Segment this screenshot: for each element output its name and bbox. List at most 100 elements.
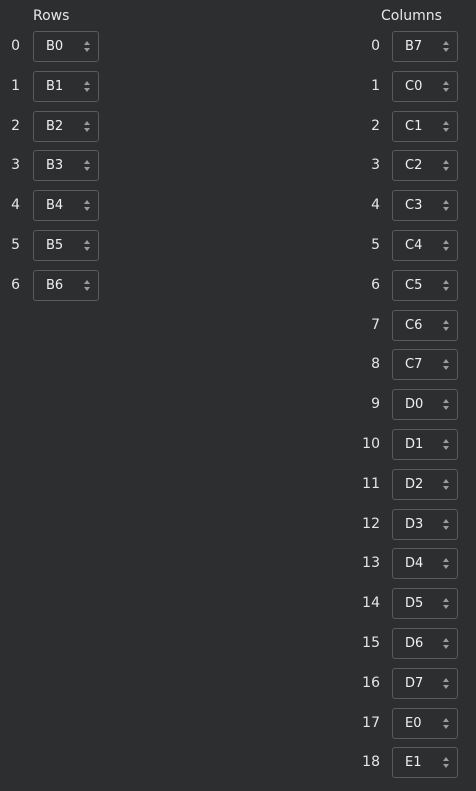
arrow-up-icon	[443, 359, 449, 364]
arrow-down-icon	[443, 366, 449, 371]
up-down-arrows-icon[interactable]	[443, 160, 449, 172]
arrow-up-icon	[443, 438, 449, 443]
up-down-arrows-icon[interactable]	[443, 359, 449, 371]
column-pin-select[interactable]: C6	[392, 309, 458, 341]
up-down-arrows-icon[interactable]	[84, 160, 90, 172]
row-pin-select[interactable]: B0	[33, 31, 99, 62]
arrow-up-icon	[443, 598, 449, 603]
arrow-up-icon	[443, 677, 449, 682]
up-down-arrows-icon[interactable]	[443, 239, 449, 252]
column-pin-select[interactable]: E1	[392, 747, 458, 779]
up-down-arrows-icon[interactable]	[84, 41, 90, 53]
column-pin-select[interactable]: C1	[392, 110, 458, 142]
column-pin-value: D5	[405, 596, 424, 612]
up-down-arrows-icon[interactable]	[443, 518, 449, 531]
column-pin-select[interactable]: C3	[392, 190, 458, 222]
column-pin-value: B7	[405, 39, 423, 54]
up-down-arrows-icon[interactable]	[443, 757, 449, 769]
row-pin-select[interactable]: B5	[33, 229, 99, 261]
arrow-up-icon	[443, 319, 449, 324]
arrow-down-icon	[443, 87, 449, 92]
column-index-label: 14	[362, 595, 380, 612]
column-pin-select[interactable]: B7	[392, 31, 458, 62]
column-pin-value: D1	[405, 436, 424, 452]
column-pin-select[interactable]: C7	[392, 349, 458, 381]
up-down-arrows-icon[interactable]	[443, 478, 449, 491]
column-index-label: 2	[371, 117, 380, 134]
up-down-arrows-icon[interactable]	[443, 41, 449, 53]
arrow-up-icon	[443, 160, 449, 165]
arrow-up-icon	[443, 399, 449, 404]
columns-heading: Columns	[381, 8, 442, 24]
up-down-arrows-icon[interactable]	[84, 279, 90, 292]
row-pin-select[interactable]: B3	[33, 150, 99, 182]
column-index-label: 13	[362, 555, 380, 572]
column-pin-value: C3	[405, 198, 423, 214]
row-pin-value: B4	[46, 198, 64, 214]
column-pin-select[interactable]: D7	[392, 667, 458, 699]
row-index-label: 6	[11, 276, 20, 293]
column-pin-select[interactable]: D1	[392, 428, 458, 460]
column-index-label: 9	[371, 396, 380, 413]
arrow-down-icon	[443, 684, 449, 689]
up-down-arrows-icon[interactable]	[443, 598, 449, 610]
column-index-label: 7	[371, 316, 380, 333]
column-pin-select[interactable]: D2	[392, 468, 458, 500]
row-pin-value: B2	[46, 118, 64, 134]
up-down-arrows-icon[interactable]	[443, 120, 449, 133]
arrow-up-icon	[84, 200, 90, 205]
arrow-up-icon	[443, 279, 449, 284]
up-down-arrows-icon[interactable]	[443, 80, 449, 93]
up-down-arrows-icon[interactable]	[84, 200, 90, 212]
up-down-arrows-icon[interactable]	[443, 319, 449, 332]
column-index-label: 5	[371, 236, 380, 253]
column-pin-select[interactable]: C2	[392, 150, 458, 182]
row-pin-select[interactable]: B6	[33, 269, 99, 301]
column-pin-value: E0	[405, 715, 422, 731]
arrow-down-icon	[443, 605, 449, 610]
column-pin-select[interactable]: C4	[392, 229, 458, 261]
arrow-up-icon	[443, 478, 449, 483]
arrow-up-icon	[443, 239, 449, 244]
row-pin-select[interactable]: B4	[33, 190, 99, 222]
up-down-arrows-icon[interactable]	[443, 677, 449, 690]
up-down-arrows-icon[interactable]	[443, 717, 449, 730]
arrow-down-icon	[84, 127, 90, 132]
column-pin-select[interactable]: D5	[392, 588, 458, 620]
row-index-label: 1	[11, 77, 20, 94]
row-index-label: 2	[11, 117, 20, 134]
column-pin-select[interactable]: E0	[392, 707, 458, 739]
arrow-down-icon	[84, 207, 90, 212]
arrow-down-icon	[443, 127, 449, 132]
up-down-arrows-icon[interactable]	[443, 279, 449, 292]
column-pin-select[interactable]: C5	[392, 269, 458, 301]
up-down-arrows-icon[interactable]	[84, 239, 90, 252]
column-pin-select[interactable]: C0	[392, 70, 458, 102]
column-pin-select[interactable]: D0	[392, 389, 458, 421]
column-pin-value: C2	[405, 158, 423, 174]
column-index-label: 12	[362, 515, 380, 532]
arrow-up-icon	[443, 80, 449, 85]
column-index-label: 18	[362, 754, 380, 771]
arrow-up-icon	[84, 239, 90, 244]
arrow-up-icon	[443, 757, 449, 762]
up-down-arrows-icon[interactable]	[84, 120, 90, 133]
up-down-arrows-icon[interactable]	[443, 637, 449, 650]
column-pin-select[interactable]: D4	[392, 548, 458, 580]
arrow-down-icon	[443, 406, 449, 411]
column-index-label: 10	[362, 435, 380, 452]
row-pin-select[interactable]: B1	[33, 70, 99, 102]
arrow-down-icon	[84, 286, 90, 291]
row-pin-select[interactable]: B2	[33, 110, 99, 142]
up-down-arrows-icon[interactable]	[443, 200, 449, 212]
pin-mapping-panel: { "rows": { "heading": "Rows", "items": …	[0, 0, 476, 791]
column-pin-select[interactable]: D3	[392, 508, 458, 540]
up-down-arrows-icon[interactable]	[84, 80, 90, 93]
up-down-arrows-icon[interactable]	[443, 399, 449, 411]
arrow-up-icon	[84, 279, 90, 284]
column-pin-select[interactable]: D6	[392, 627, 458, 659]
column-pin-value: C0	[405, 78, 423, 94]
arrow-up-icon	[84, 120, 90, 125]
up-down-arrows-icon[interactable]	[443, 558, 449, 570]
up-down-arrows-icon[interactable]	[443, 438, 449, 451]
